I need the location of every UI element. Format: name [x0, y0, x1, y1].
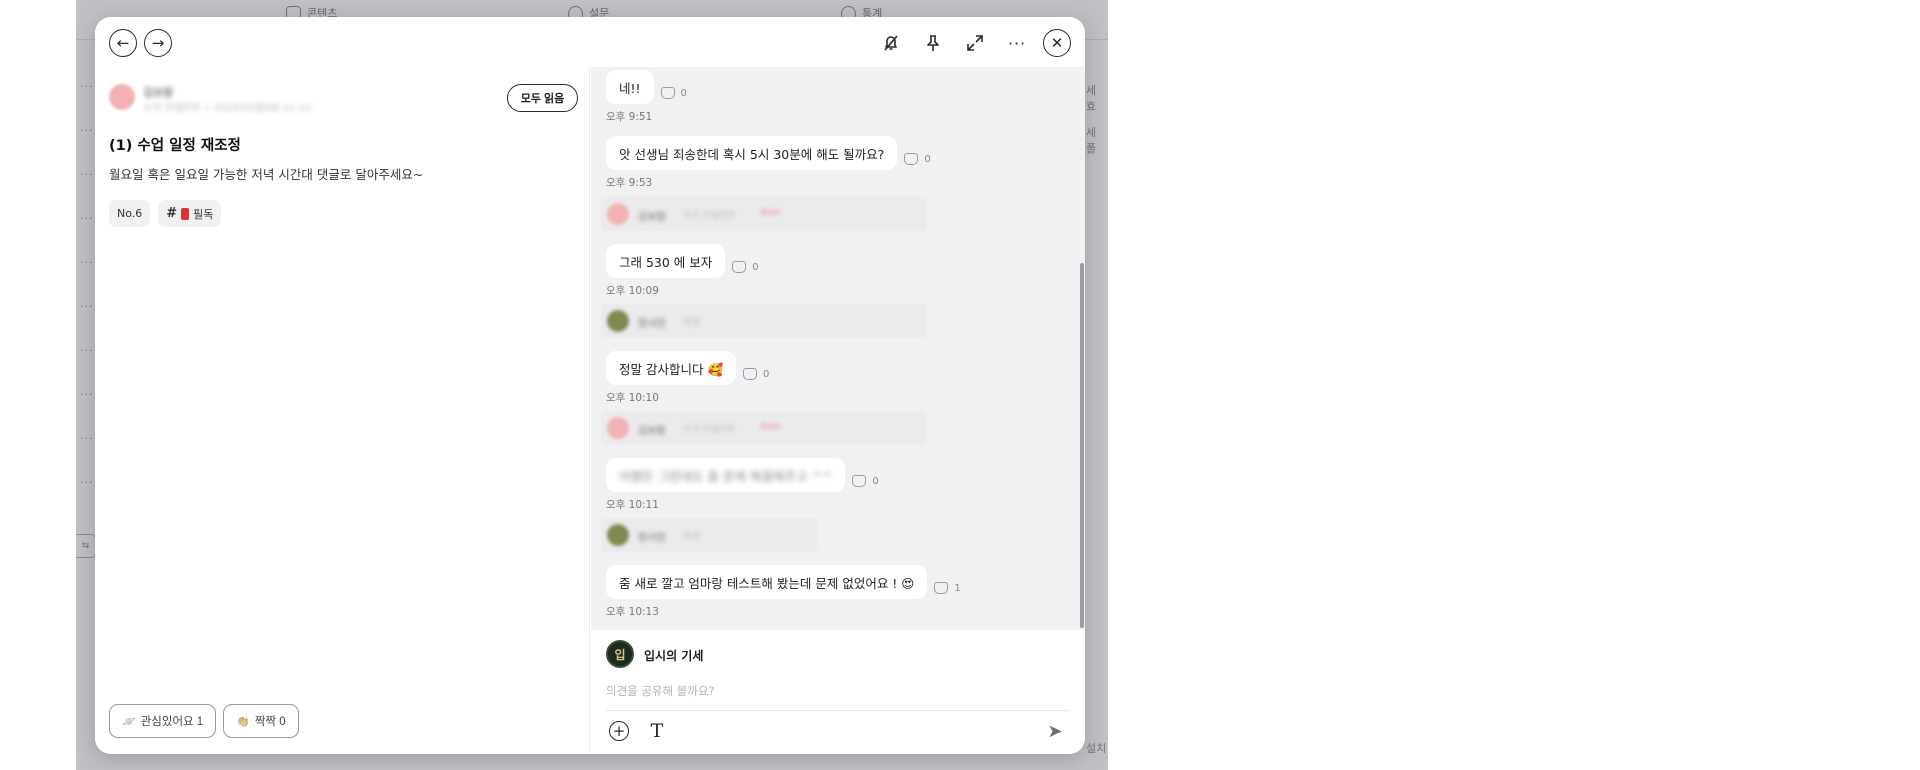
modal-header: ← → ··· ✕: [95, 17, 1085, 67]
like-button[interactable]: 0: [904, 153, 931, 165]
tag-number[interactable]: No.6: [109, 200, 151, 227]
notification-off-icon: [884, 35, 898, 51]
composer-user-name: 입시의 기세: [644, 649, 704, 663]
author-meta: 수석 컨설턴트 • 2024년2월9일 21:22: [143, 103, 312, 114]
read-all-button[interactable]: 모두 읽음: [507, 84, 578, 112]
pin-button[interactable]: [921, 31, 945, 55]
comment-input[interactable]: [606, 680, 1070, 702]
comment-item: 그래 530 에 보자 0: [606, 244, 759, 278]
hash-icon: #: [166, 206, 178, 221]
comment-bubble: 그래 530 에 보자: [606, 244, 726, 278]
comment-time: 오후 10:09: [606, 285, 659, 297]
comment-sender: 김보람 수석 컨설턴트 Kom: [601, 197, 927, 231]
comment-time: 오후 10:11: [606, 499, 659, 511]
comment-time: 오후 9:53: [606, 177, 653, 189]
clap-icon: 👏: [236, 715, 250, 728]
comment-thread[interactable]: 네!! 0 오후 9:51 앗 선생님 죄송한데 혹시 5시 30분에 해도 될…: [591, 67, 1085, 630]
comment-item: 줌 새로 깔고 엄마랑 테스트해 봤는데 문제 없었어요 ! 😍 1: [606, 565, 961, 599]
text-format-button[interactable]: T: [645, 719, 669, 743]
comment-bubble: 네!!: [606, 70, 654, 104]
post-body: 월요일 혹은 일요일 가능한 저녁 시간대 댓글로 달아주세요~: [109, 167, 424, 182]
comment-time: 오후 10:10: [606, 392, 659, 404]
like-button[interactable]: 0: [732, 261, 759, 273]
like-icon: [904, 153, 919, 165]
send-icon: ➤: [1047, 720, 1063, 742]
comment-composer: 입 입시의 기세 + T ➤: [591, 630, 1085, 754]
like-icon: [852, 475, 867, 487]
comment-scrollbar[interactable]: [1080, 263, 1084, 628]
like-icon: [743, 368, 758, 380]
back-button[interactable]: ←: [109, 29, 137, 57]
pin-icon: [927, 35, 939, 51]
arrow-left-icon: ←: [116, 34, 130, 52]
like-button[interactable]: 1: [934, 582, 961, 594]
comment-bubble: 정말 감사합니다 🥰: [606, 351, 737, 385]
like-button[interactable]: 0: [660, 87, 687, 99]
comment-bubble: 줌 새로 깔고 엄마랑 테스트해 봤는데 문제 없었어요 ! 😍: [606, 565, 928, 599]
like-icon: [934, 582, 949, 594]
close-icon: ✕: [1050, 34, 1064, 52]
comment-bubble: 어쨌든 그런데도 좀 문제 해결해주고 ^^: [606, 458, 846, 492]
comment-bubble: 앗 선생님 죄송한데 혹시 5시 30분에 해도 될까요?: [606, 136, 898, 170]
notification-off-button[interactable]: [879, 31, 903, 55]
plus-circle-icon: +: [609, 721, 629, 741]
avatar: [607, 310, 629, 332]
avatar: [607, 417, 629, 439]
expand-button[interactable]: [963, 31, 987, 55]
post-tags: No.6 # 필독: [109, 200, 222, 227]
comment-time: 오후 10:13: [606, 606, 659, 618]
tag-must-read[interactable]: # 필독: [158, 200, 222, 227]
text-format-icon: T: [650, 720, 664, 742]
avatar: [607, 524, 629, 546]
like-icon: [732, 261, 747, 273]
like-button[interactable]: 0: [852, 475, 879, 487]
post-reactions: 🪐 관심있어요 1 👏 짝짝 0: [109, 704, 299, 738]
author-name: 김보람: [143, 86, 174, 99]
planet-icon: 🪐: [122, 715, 136, 728]
clap-reaction-button[interactable]: 👏 짝짝 0: [223, 704, 299, 738]
avatar: [109, 84, 135, 110]
expand-icon: [967, 35, 983, 51]
red-card-icon: [181, 207, 190, 220]
comment-sender: 김보람 수석 컨설턴트 Kom: [601, 411, 927, 445]
more-icon: ···: [1007, 33, 1027, 53]
comment-item: 어쨌든 그런데도 좀 문제 해결해주고 ^^ 0: [606, 458, 879, 492]
divider: [606, 710, 1070, 711]
interested-reaction-button[interactable]: 🪐 관심있어요 1: [109, 704, 217, 738]
post-detail-modal: ← → ··· ✕ 김보람 수석 컨설턴트 • 2024년2월9일 21:22 …: [95, 17, 1085, 754]
like-button[interactable]: 0: [743, 368, 769, 380]
attach-button[interactable]: +: [607, 719, 631, 743]
avatar: 입: [606, 640, 634, 668]
comment-sender: 한서연 학생: [601, 518, 817, 552]
comment-time: 오후 9:51: [606, 111, 653, 123]
arrow-right-icon: →: [151, 34, 165, 52]
comment-item: 네!! 0: [606, 70, 687, 104]
forward-button[interactable]: →: [144, 29, 172, 57]
more-button[interactable]: ···: [1005, 31, 1029, 55]
comment-sender: 한서연 학생: [601, 304, 927, 338]
like-icon: [660, 87, 675, 99]
avatar: [607, 203, 629, 225]
post-title: (1) 수업 일정 재조정: [109, 138, 241, 154]
send-button[interactable]: ➤: [1043, 719, 1067, 743]
comment-item: 앗 선생님 죄송한데 혹시 5시 30분에 해도 될까요? 0: [606, 136, 931, 170]
close-button[interactable]: ✕: [1043, 29, 1071, 57]
comment-item: 정말 감사합니다 🥰 0: [606, 351, 769, 385]
